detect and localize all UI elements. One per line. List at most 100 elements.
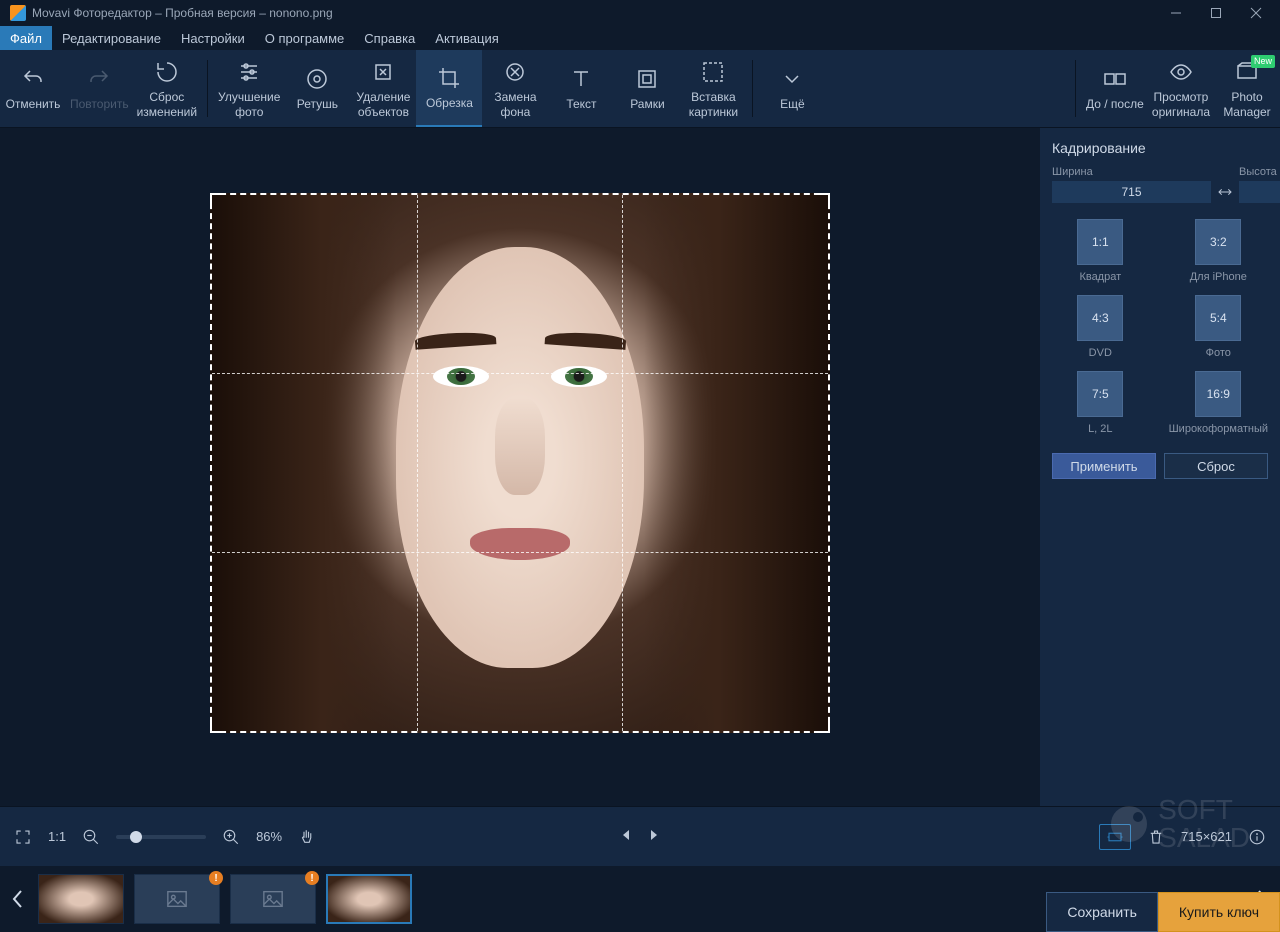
enhance-button[interactable]: Улучшение фото: [214, 50, 284, 127]
thumbnail-4[interactable]: [326, 874, 412, 924]
undo-label: Отменить: [6, 97, 61, 111]
width-label: Ширина: [1052, 166, 1211, 178]
main-toolbar: Отменить Повторить Сброс изменений Улучш…: [0, 50, 1280, 128]
ratio-label: DVD: [1089, 347, 1112, 359]
thumbnails-bar: ! ! Сохранить Купить ключ: [0, 866, 1280, 932]
insert-image-button[interactable]: Вставка картинки: [680, 50, 746, 127]
status-bar: 1:1 86% 715×621: [0, 806, 1280, 866]
crop-handle-br[interactable]: [816, 719, 830, 733]
before-after-icon: [1103, 65, 1127, 93]
retouch-button[interactable]: Ретушь: [284, 50, 350, 127]
prev-button[interactable]: [619, 828, 633, 845]
thumbnail-2[interactable]: !: [134, 874, 220, 924]
frames-button[interactable]: Рамки: [614, 50, 680, 127]
menu-help[interactable]: Справка: [354, 26, 425, 50]
menu-about[interactable]: О программе: [255, 26, 355, 50]
zoom-in-button[interactable]: [222, 828, 240, 846]
view-original-button[interactable]: Просмотр оригинала: [1148, 50, 1214, 127]
ratio-label: Широкоформатный: [1169, 423, 1268, 435]
redo-icon: [87, 65, 111, 93]
zoom-1-1-button[interactable]: 1:1: [48, 829, 66, 844]
menu-file[interactable]: Файл: [0, 26, 52, 50]
crop-panel: Кадрирование Ширина Высота 1:1 Квадрат 3:…: [1040, 128, 1280, 806]
crop-frame[interactable]: [210, 193, 830, 733]
warning-badge-icon: !: [305, 871, 319, 885]
apply-button[interactable]: Применить: [1052, 453, 1156, 479]
photo-manager-label: Photo Manager: [1223, 90, 1270, 119]
pan-button[interactable]: [298, 828, 316, 846]
zoom-out-button[interactable]: [82, 828, 100, 846]
width-input[interactable]: [1052, 181, 1211, 203]
menu-bar: Файл Редактирование Настройки О программ…: [0, 26, 1280, 50]
buy-key-button[interactable]: Купить ключ: [1158, 892, 1280, 932]
thumbnail-1[interactable]: [38, 874, 124, 924]
zoom-percent: 86%: [256, 829, 282, 844]
ratio-label: L, 2L: [1088, 423, 1112, 435]
thumbnail-3[interactable]: !: [230, 874, 316, 924]
zoom-thumb[interactable]: [130, 831, 142, 843]
insert-icon: [701, 58, 725, 86]
background-icon: [503, 58, 527, 86]
retouch-icon: [305, 65, 329, 93]
before-after-button[interactable]: До / после: [1082, 50, 1148, 127]
panel-title: Кадрирование: [1052, 140, 1268, 156]
crop-handle-tr[interactable]: [816, 193, 830, 207]
thumbs-prev-button[interactable]: [8, 874, 28, 924]
background-button[interactable]: Замена фона: [482, 50, 548, 127]
reset-icon: [155, 58, 179, 86]
fullscreen-button[interactable]: [14, 828, 32, 846]
ratio-5-4[interactable]: 5:4: [1195, 295, 1241, 341]
photo-preview[interactable]: [210, 193, 830, 733]
minimize-button[interactable]: [1156, 0, 1196, 26]
original-label: Просмотр оригинала: [1152, 90, 1210, 119]
aspect-ratio-grid: 1:1Квадрат 3:2Для iPhone 4:3DVD 5:4Фото …: [1052, 219, 1268, 435]
redo-button[interactable]: Повторить: [66, 50, 133, 127]
photo-manager-button[interactable]: New Photo Manager: [1214, 50, 1280, 127]
crop-handle-tl[interactable]: [210, 193, 224, 207]
enhance-icon: [237, 58, 261, 86]
chevron-down-icon: [780, 65, 804, 93]
before-after-label: До / после: [1086, 97, 1144, 111]
crop-label: Обрезка: [426, 96, 473, 110]
maximize-button[interactable]: [1196, 0, 1236, 26]
delete-button[interactable]: [1147, 828, 1165, 846]
removal-icon: [371, 58, 395, 86]
fit-screen-button[interactable]: [1099, 824, 1131, 850]
info-button[interactable]: [1248, 828, 1266, 846]
crop-handle-bl[interactable]: [210, 719, 224, 733]
save-button[interactable]: Сохранить: [1046, 892, 1158, 932]
retouch-label: Ретушь: [297, 97, 338, 111]
canvas-area[interactable]: [0, 128, 1040, 806]
ratio-label: Квадрат: [1079, 271, 1121, 283]
removal-label: Удаление объектов: [356, 90, 410, 119]
insert-label: Вставка картинки: [689, 90, 738, 119]
swap-dimensions-button[interactable]: [1217, 181, 1233, 203]
menu-edit[interactable]: Редактирование: [52, 26, 171, 50]
menu-settings[interactable]: Настройки: [171, 26, 255, 50]
reset-label: Сброс изменений: [137, 90, 197, 119]
undo-icon: [21, 65, 45, 93]
bg-label: Замена фона: [494, 90, 536, 119]
ratio-7-5[interactable]: 7:5: [1077, 371, 1123, 417]
ratio-3-2[interactable]: 3:2: [1195, 219, 1241, 265]
undo-button[interactable]: Отменить: [0, 50, 66, 127]
redo-label: Повторить: [70, 97, 129, 111]
text-icon: [569, 65, 593, 93]
close-button[interactable]: [1236, 0, 1276, 26]
menu-activation[interactable]: Активация: [425, 26, 508, 50]
reset-crop-button[interactable]: Сброс: [1164, 453, 1268, 479]
crop-icon: [437, 64, 461, 92]
text-button[interactable]: Текст: [548, 50, 614, 127]
height-input[interactable]: [1239, 181, 1280, 203]
ratio-4-3[interactable]: 4:3: [1077, 295, 1123, 341]
object-removal-button[interactable]: Удаление объектов: [350, 50, 416, 127]
next-button[interactable]: [647, 828, 661, 845]
more-button[interactable]: Ещё: [759, 50, 825, 127]
ratio-label: Фото: [1206, 347, 1231, 359]
reset-changes-button[interactable]: Сброс изменений: [133, 50, 201, 127]
crop-button[interactable]: Обрезка: [416, 50, 482, 127]
height-label: Высота: [1239, 166, 1280, 178]
ratio-16-9[interactable]: 16:9: [1195, 371, 1241, 417]
zoom-slider[interactable]: [116, 835, 206, 839]
ratio-1-1[interactable]: 1:1: [1077, 219, 1123, 265]
